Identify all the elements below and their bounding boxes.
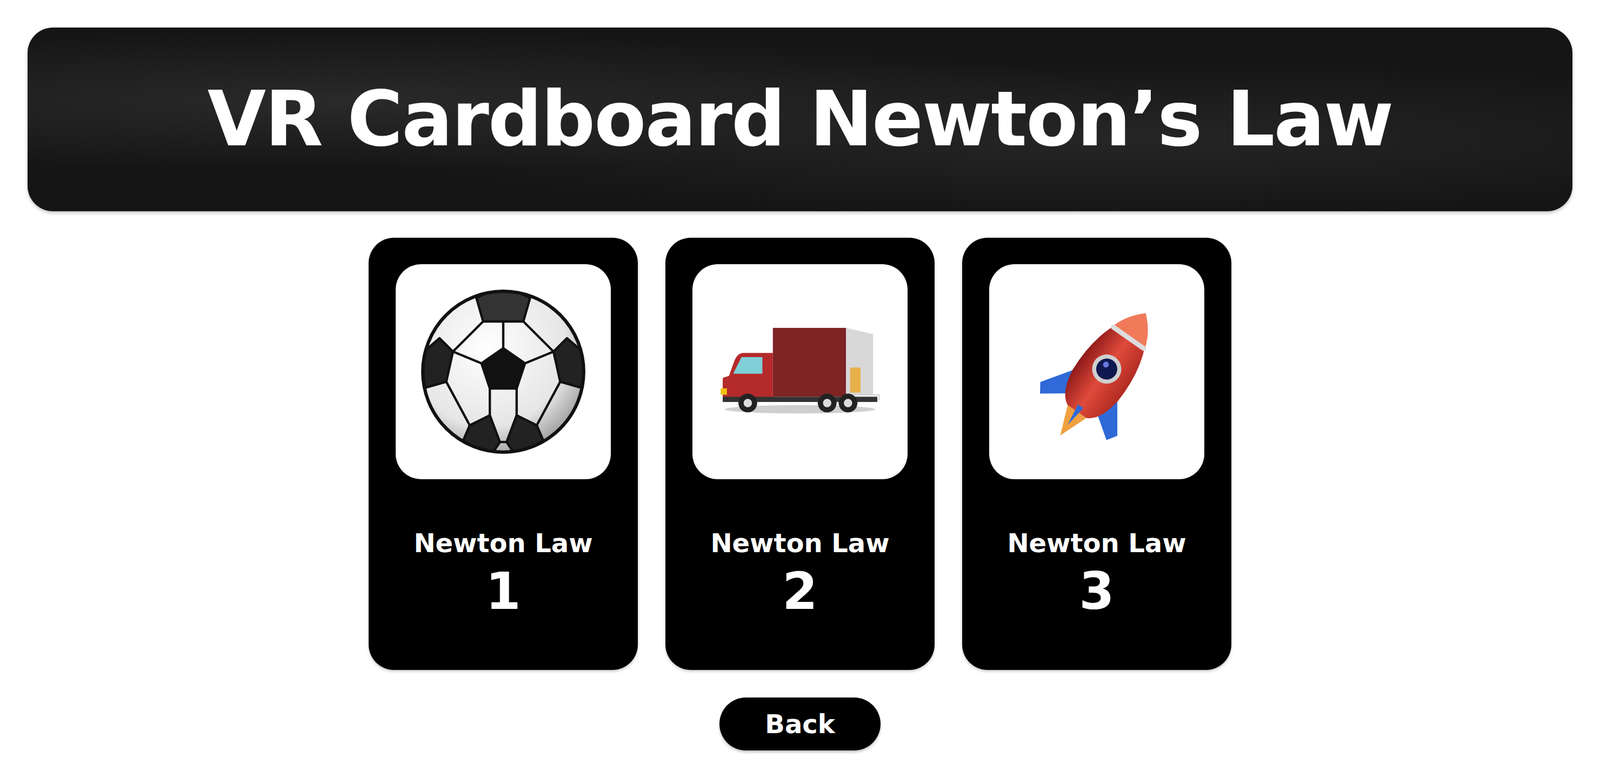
card-label: Newton Law [710, 528, 890, 560]
law-card[interactable]: Newton Law1 [368, 237, 638, 671]
law-card[interactable]: Newton Law2 [665, 237, 935, 671]
card-number: 2 [782, 563, 818, 620]
card-image [692, 264, 908, 480]
rocket-icon [1015, 290, 1178, 453]
soccer-ball-icon [419, 288, 588, 456]
title-banner: VR Cardboard Newton’s Law [27, 27, 1573, 212]
law-card[interactable]: Newton Law3 [962, 237, 1232, 671]
card-label: Newton Law [413, 528, 593, 560]
card-number: 3 [1078, 563, 1115, 620]
card-label: Newton Law [1007, 528, 1186, 560]
card-list: Newton Law1Newton Law2Newton Law3 [368, 237, 1232, 671]
page-title: VR Cardboard Newton’s Law [207, 77, 1393, 162]
card-number: 1 [485, 563, 521, 620]
back-button[interactable]: Back [719, 697, 881, 751]
truck-icon [716, 325, 884, 418]
card-image [395, 264, 611, 480]
card-image [989, 264, 1205, 480]
